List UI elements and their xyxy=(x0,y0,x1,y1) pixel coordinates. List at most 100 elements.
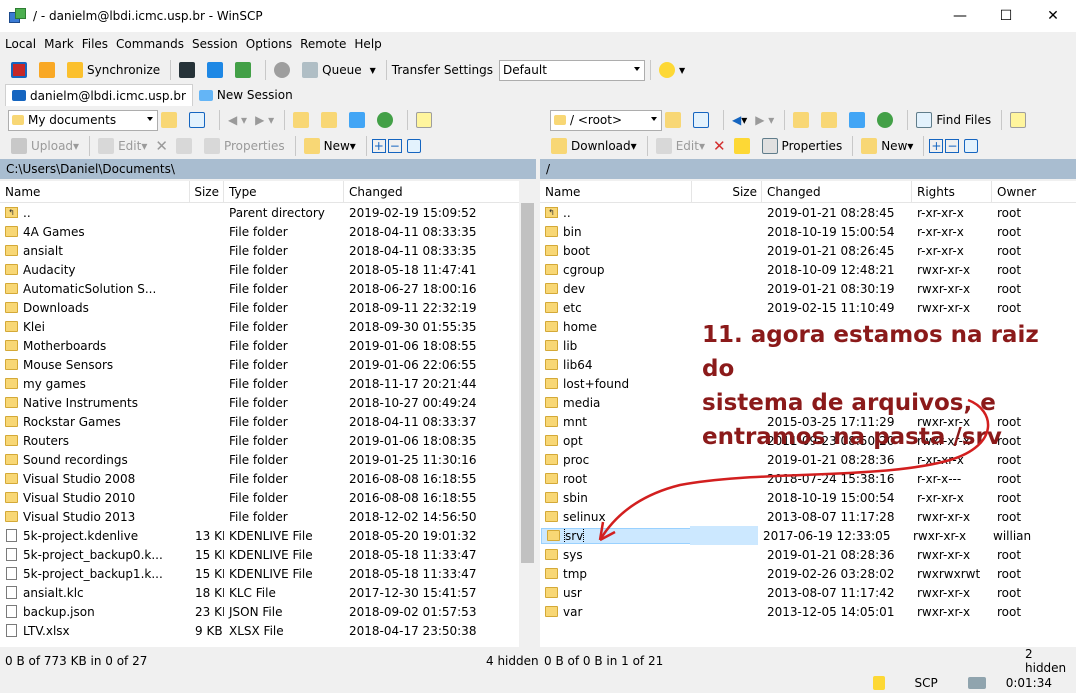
minimize-button[interactable]: — xyxy=(937,0,983,32)
table-row[interactable]: ↰.. Parent directory 2019-02-19 15:09:52 xyxy=(0,203,519,222)
col-owner[interactable]: Owner xyxy=(992,181,1070,203)
remote-forward-button[interactable]: ▶ ▾ xyxy=(752,109,777,131)
table-row[interactable]: tmp 2019-02-26 03:28:02 rwxrwxrwt root xyxy=(540,564,1076,583)
local-root-dir-button[interactable] xyxy=(318,109,344,131)
col-type[interactable]: Type xyxy=(224,181,344,203)
table-row[interactable]: Downloads File folder 2018-09-11 22:32:19 xyxy=(0,298,519,317)
scroll-thumb[interactable] xyxy=(521,203,534,563)
col-name[interactable]: Name xyxy=(540,181,692,203)
col-changed[interactable]: Changed xyxy=(344,181,519,203)
table-row[interactable]: Klei File folder 2018-09-30 01:55:35 xyxy=(0,317,519,336)
transfer-settings-select[interactable]: Default xyxy=(499,59,646,81)
col-size[interactable]: Size xyxy=(190,181,224,203)
upload-button[interactable]: Upload ▾ xyxy=(8,135,82,157)
menu-options[interactable]: Options xyxy=(243,37,295,51)
table-row[interactable]: dev 2019-01-21 08:30:19 rwxr-xr-x root xyxy=(540,279,1076,298)
table-row[interactable]: Audacity File folder 2018-05-18 11:47:41 xyxy=(0,260,519,279)
remote-refresh-button[interactable] xyxy=(874,109,900,131)
col-size[interactable]: Size xyxy=(692,181,762,203)
local-forward-button[interactable]: ▶ ▾ xyxy=(252,109,277,131)
remote-parent-dir-button[interactable] xyxy=(790,109,816,131)
table-row[interactable]: Routers File folder 2019-01-06 18:08:35 xyxy=(0,431,519,450)
local-back-button[interactable]: ◀ ▾ xyxy=(225,109,250,131)
tab-new-session[interactable]: New Session xyxy=(193,84,299,106)
col-name[interactable]: Name xyxy=(0,181,190,203)
table-row[interactable]: 5k-project_backup0.k... 15 KB KDENLIVE Fil… xyxy=(0,545,519,564)
local-tree-button[interactable] xyxy=(413,109,439,131)
tab-session[interactable]: danielm@lbdi.icmc.usp.br xyxy=(5,84,193,106)
local-unselect-button[interactable]: − xyxy=(387,139,402,153)
table-row[interactable]: Rockstar Games File folder 2018-04-11 08:3… xyxy=(0,412,519,431)
remote-new-button[interactable]: New ▾ xyxy=(858,135,916,157)
remote-rename-button[interactable] xyxy=(731,135,757,157)
local-properties-button[interactable]: Properties xyxy=(201,135,288,157)
local-scrollbar[interactable] xyxy=(519,181,536,647)
table-row[interactable]: 5k-project_backup1.k... 15 KB KDENLIVE Fil… xyxy=(0,564,519,583)
refresh-session-button[interactable] xyxy=(232,59,258,81)
remote-open-folder-button[interactable] xyxy=(662,109,688,131)
local-rename-button[interactable] xyxy=(173,135,199,157)
table-row[interactable]: Visual Studio 2008 File folder 2016-08-08 … xyxy=(0,469,519,488)
remote-edit-button[interactable]: Edit ▾ xyxy=(653,135,708,157)
table-row[interactable]: usr 2013-08-07 11:17:42 rwxr-xr-x root xyxy=(540,583,1076,602)
table-row[interactable]: boot 2019-01-21 08:26:45 r-xr-xr-x root xyxy=(540,241,1076,260)
table-row[interactable]: AutomaticSolution S... File folder 2018-06… xyxy=(0,279,519,298)
remote-delete-button[interactable]: ✕ xyxy=(710,135,729,157)
local-delete-button[interactable]: ✕ xyxy=(152,135,171,157)
table-row[interactable]: LTV.xlsx 9 KB XLSX File 2018-04-17 23:50:38 xyxy=(0,621,519,640)
local-file-list[interactable]: Name Size Type Changed ↰.. Parent directo… xyxy=(0,181,536,647)
remote-back-button[interactable]: ◀ ▾ xyxy=(729,109,750,131)
table-row[interactable]: ↰.. 2019-01-21 08:28:45 r-xr-xr-x root xyxy=(540,203,1076,222)
local-home-button[interactable] xyxy=(346,109,372,131)
local-location-select[interactable]: My documents xyxy=(8,109,158,131)
remote-filter-select-button[interactable] xyxy=(961,135,985,157)
remote-unselect-button[interactable]: − xyxy=(945,139,960,153)
table-row[interactable]: Native Instruments File folder 2018-10-27 … xyxy=(0,393,519,412)
table-row[interactable]: sys 2019-01-21 08:28:36 rwxr-xr-x root xyxy=(540,545,1076,564)
find-files-button[interactable]: Find Files xyxy=(913,109,994,131)
menu-files[interactable]: Files xyxy=(79,37,111,51)
sync-browse-button[interactable] xyxy=(36,59,62,81)
remote-filter-button[interactable] xyxy=(690,109,716,131)
local-select-button[interactable]: + xyxy=(371,139,386,153)
table-row[interactable]: cgroup 2018-10-09 12:48:21 rwxr-xr-x root xyxy=(540,260,1076,279)
compare-button[interactable] xyxy=(8,59,34,81)
table-row[interactable]: my games File folder 2018-11-17 20:21:44 xyxy=(0,374,519,393)
queue-button[interactable]: Queue ▼ xyxy=(299,59,379,81)
table-row[interactable]: sbin 2018-10-19 15:00:54 r-xr-xr-x root xyxy=(540,488,1076,507)
remote-tree-button[interactable] xyxy=(1007,109,1033,131)
table-row[interactable]: srv 2017-06-19 12:33:05 rwxr-xr-x willian xyxy=(540,526,1076,545)
table-row[interactable]: root 2018-07-24 15:38:16 r-xr-x--- root xyxy=(540,469,1076,488)
table-row[interactable]: selinux 2013-08-07 11:17:28 rwxr-xr-x root xyxy=(540,507,1076,526)
menu-local[interactable]: Local xyxy=(2,37,39,51)
local-path-bar[interactable]: C:\Users\Daniel\Documents\ xyxy=(0,159,536,179)
table-row[interactable]: Mouse Sensors File folder 2019-01-06 22:06… xyxy=(0,355,519,374)
menu-remote[interactable]: Remote xyxy=(297,37,349,51)
table-row[interactable]: var 2013-12-05 14:05:01 rwxr-xr-x root xyxy=(540,602,1076,621)
table-row[interactable]: 5k-project.kdenlive 13 KB KDENLIVE File 201… xyxy=(0,526,519,545)
terminal-button[interactable] xyxy=(176,59,202,81)
local-parent-dir-button[interactable] xyxy=(290,109,316,131)
local-filter-select-button[interactable] xyxy=(404,135,428,157)
table-row[interactable]: etc 2019-02-15 11:10:49 rwxr-xr-x root xyxy=(540,298,1076,317)
local-open-folder-button[interactable] xyxy=(158,109,184,131)
remote-location-select[interactable]: / <root> xyxy=(550,109,662,131)
remote-home-button[interactable] xyxy=(846,109,872,131)
table-row[interactable]: ansialt File folder 2018-04-11 08:33:35 xyxy=(0,241,519,260)
menu-help[interactable]: Help xyxy=(351,37,384,51)
maximize-button[interactable]: ☐ xyxy=(983,0,1029,32)
local-new-button[interactable]: New ▾ xyxy=(301,135,359,157)
table-row[interactable]: Sound recordings File folder 2019-01-25 11… xyxy=(0,450,519,469)
remote-properties-button[interactable]: Properties xyxy=(759,135,846,157)
table-row[interactable]: ansialt.klc 18 KB KLC File 2017-12-30 15:41… xyxy=(0,583,519,602)
col-changed[interactable]: Changed xyxy=(762,181,912,203)
transfer-options-button[interactable]: ▼ xyxy=(656,59,688,81)
menu-commands[interactable]: Commands xyxy=(113,37,187,51)
putty-button[interactable] xyxy=(204,59,230,81)
table-row[interactable]: backup.json 23 KB JSON File 2018-09-02 01:5… xyxy=(0,602,519,621)
menu-mark[interactable]: Mark xyxy=(41,37,77,51)
table-row[interactable]: Visual Studio 2013 File folder 2018-12-02 … xyxy=(0,507,519,526)
table-row[interactable]: Motherboards File folder 2019-01-06 18:08:… xyxy=(0,336,519,355)
remote-select-button[interactable]: + xyxy=(929,139,944,153)
local-refresh-button[interactable] xyxy=(374,109,400,131)
